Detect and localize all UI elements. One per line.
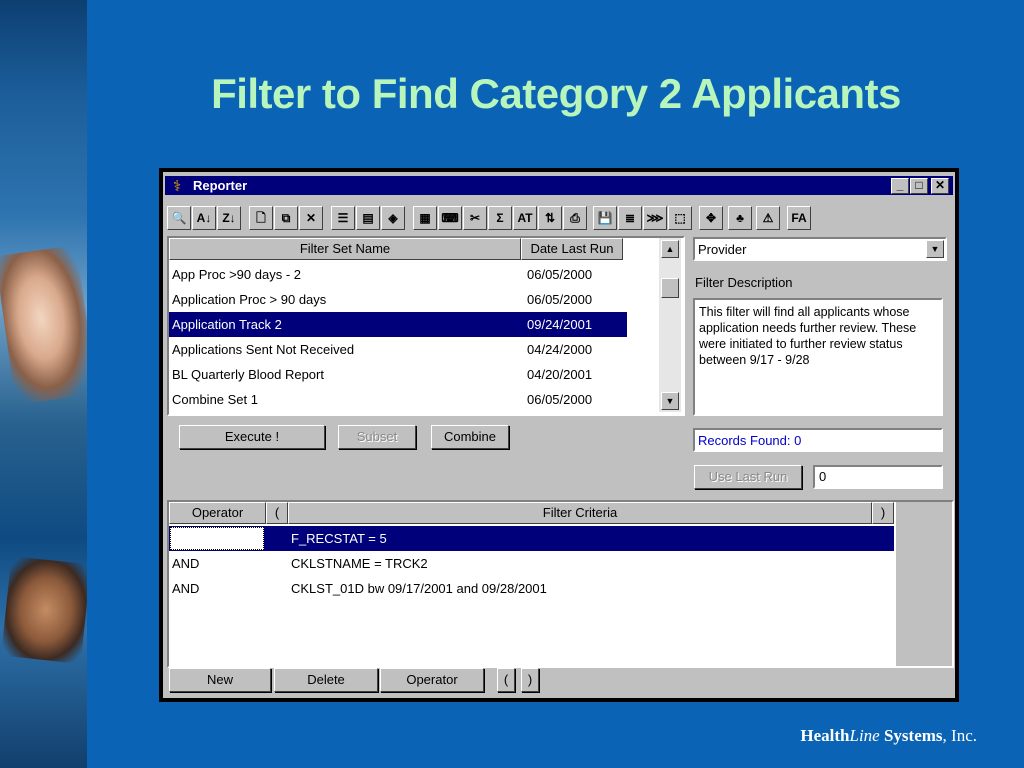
flow-icon[interactable]: ⇅: [538, 206, 562, 230]
new-doc-icon[interactable]: 🗋: [249, 206, 273, 230]
criteria-row[interactable]: AND CKLST_01D bw 09/17/2001 and 09/28/200…: [169, 576, 894, 601]
delete-icon[interactable]: ✕: [299, 206, 323, 230]
sort-desc-icon[interactable]: Z↓: [217, 206, 241, 230]
footer-brand-health: Health: [800, 726, 850, 745]
criteria-row[interactable]: F_RECSTAT = 5: [169, 526, 894, 551]
minimize-button[interactable]: _: [891, 178, 909, 194]
copy-icon[interactable]: ⧉: [274, 206, 298, 230]
stack-icon[interactable]: ≣: [618, 206, 642, 230]
form-icon[interactable]: ▤: [356, 206, 380, 230]
caduceus-icon: ⚕: [173, 178, 182, 195]
scroll-thumb[interactable]: [661, 278, 679, 298]
slide-title: Filter to Find Category 2 Applicants: [211, 70, 901, 117]
filter-set-name: App Proc >90 days - 2: [172, 267, 301, 282]
filter-criteria-grid: Operator ( Filter Criteria ) F_RECSTAT =…: [167, 500, 954, 668]
warning-icon[interactable]: ⚠: [756, 206, 780, 230]
filter-set-row[interactable]: Application Proc > 90 days 06/05/2000: [169, 287, 627, 312]
sigma-icon[interactable]: Σ: [488, 206, 512, 230]
filter-set-date: 06/05/2000: [527, 292, 593, 307]
filter-description-label: Filter Description: [695, 275, 793, 290]
open-icon[interactable]: ⬚: [668, 206, 692, 230]
toolbar: 🔍 A↓ Z↓ 🗋 ⧉ ✕ ☰ ▤ ◈ ▦ ⌨ ✂ Σ AT ⇅ ⎙ 💾 ≣ ⋙ ⬚ ✥ ♣ ⚠ FA: [165, 204, 953, 232]
column-header-filter-criteria[interactable]: Filter Criteria: [288, 502, 872, 524]
filter-set-row[interactable]: Applications Sent Not Received 04/24/2000: [169, 337, 627, 362]
open-paren-button[interactable]: (: [497, 668, 515, 692]
close-button[interactable]: ✕: [931, 178, 949, 194]
filter-set-name: BL Quarterly Blood Report: [172, 367, 324, 382]
filter-set-date: 06/05/2000: [527, 267, 593, 282]
operator-button[interactable]: Operator: [380, 668, 484, 692]
filter-set-date: 09/24/2001: [527, 317, 593, 332]
filter-set-date: 06/05/2000: [527, 392, 593, 407]
column-header-close-paren[interactable]: ): [872, 502, 894, 524]
filter-set-row[interactable]: Application Track 2 09/24/2001: [169, 312, 627, 337]
merge-icon[interactable]: ⋙: [643, 206, 667, 230]
new-button[interactable]: New: [169, 668, 271, 692]
filter-description-text[interactable]: This filter will find all applicants who…: [693, 298, 943, 416]
filter-set-row[interactable]: Combine Set 1 06/05/2000: [169, 387, 627, 412]
subset-button[interactable]: Subset: [338, 425, 416, 449]
footer-brand-systems: Systems: [883, 726, 943, 745]
combine-button[interactable]: Combine: [431, 425, 509, 449]
criteria-expression: CKLST_01D bw 09/17/2001 and 09/28/2001: [291, 581, 547, 596]
tree-icon[interactable]: ♣: [728, 206, 752, 230]
chart-icon[interactable]: ◈: [381, 206, 405, 230]
report-icon[interactable]: ☰: [331, 206, 355, 230]
grid-icon[interactable]: ▦: [413, 206, 437, 230]
filter-set-name: Application Track 2: [172, 317, 282, 332]
criteria-grid-empty-area: [896, 502, 952, 666]
reporter-window: ⚕ Reporter _ □ ✕ 🔍 A↓ Z↓ 🗋 ⧉ ✕ ☰ ▤ ◈ ▦ ⌨ ✂ Σ AT ⇅ ⎙ 💾 ≣ ⋙ ⬚…: [159, 168, 959, 702]
delete-button[interactable]: Delete: [274, 668, 378, 692]
window-title: Reporter: [193, 178, 248, 193]
filter-set-name: Application Proc > 90 days: [172, 292, 327, 307]
records-found-field: Records Found: 0: [693, 428, 943, 452]
print-icon[interactable]: ⎙: [563, 206, 587, 230]
last-run-value-field[interactable]: 0: [813, 465, 943, 489]
decorative-photo-strip: [0, 0, 87, 768]
binoculars-icon[interactable]: 🔍: [167, 206, 191, 230]
sort-asc-icon[interactable]: A↓: [192, 206, 216, 230]
criteria-expression: F_RECSTAT = 5: [291, 531, 387, 546]
criteria-operator: AND: [172, 581, 200, 596]
scissors-icon[interactable]: ✂: [463, 206, 487, 230]
filter-set-name: Applications Sent Not Received: [172, 342, 355, 357]
filter-set-name: Combine Set 1: [172, 392, 258, 407]
execute-button[interactable]: Execute !: [179, 425, 325, 449]
save-icon[interactable]: 💾: [593, 206, 617, 230]
navigate-icon[interactable]: ✥: [699, 206, 723, 230]
column-header-filter-set-name[interactable]: Filter Set Name: [169, 238, 521, 260]
criteria-expression: CKLSTNAME = TRCK2: [291, 556, 428, 571]
window-titlebar[interactable]: ⚕ Reporter _ □ ✕: [165, 176, 953, 195]
filter-set-row[interactable]: BL Quarterly Blood Report 04/20/2001: [169, 362, 627, 387]
column-header-date-last-run[interactable]: Date Last Run: [521, 238, 623, 260]
operator-cell-focus[interactable]: [170, 527, 264, 550]
column-header-open-paren[interactable]: (: [266, 502, 288, 524]
company-footer: HealthLine Systems, Inc.: [800, 726, 977, 746]
provider-select[interactable]: Provider ▼: [693, 237, 947, 261]
footer-brand-inc: , Inc.: [942, 726, 977, 745]
at-icon[interactable]: AT: [513, 206, 537, 230]
provider-select-value: Provider: [698, 242, 747, 257]
keyboard-icon[interactable]: ⌨: [438, 206, 462, 230]
surprised-man-photo: [0, 556, 87, 664]
scroll-up-arrow-icon[interactable]: ▲: [661, 240, 679, 258]
filter-list-scrollbar[interactable]: ▲ ▼: [659, 238, 681, 412]
close-paren-button[interactable]: ): [521, 668, 539, 692]
filter-set-date: 04/24/2000: [527, 342, 593, 357]
criteria-operator: AND: [172, 556, 200, 571]
maximize-button[interactable]: □: [910, 178, 928, 194]
column-header-operator[interactable]: Operator: [169, 502, 266, 524]
scroll-down-arrow-icon[interactable]: ▼: [661, 392, 679, 410]
chevron-down-icon[interactable]: ▼: [926, 240, 944, 258]
use-last-run-button[interactable]: Use Last Run: [694, 465, 802, 489]
filter-set-row[interactable]: App Proc >90 days - 2 06/05/2000: [169, 262, 627, 287]
criteria-row[interactable]: AND CKLSTNAME = TRCK2: [169, 551, 894, 576]
font-icon[interactable]: FA: [787, 206, 811, 230]
smiling-woman-photo: [0, 245, 87, 405]
filter-set-date: 04/20/2001: [527, 367, 593, 382]
filter-set-list: Filter Set Name Date Last Run App Proc >…: [167, 236, 685, 416]
footer-brand-line: Line: [849, 726, 880, 745]
